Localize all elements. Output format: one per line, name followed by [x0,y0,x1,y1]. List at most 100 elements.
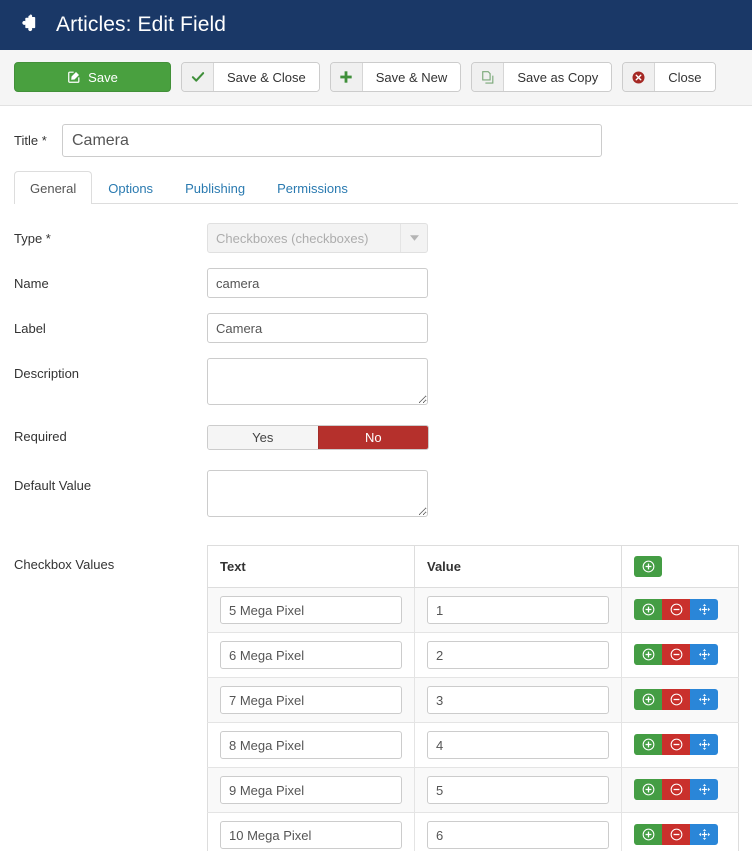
default-value-field-row: Default Value [14,470,738,522]
plus-circle-icon[interactable] [634,824,662,845]
description-label: Description [14,366,80,381]
row-value-input[interactable] [427,776,609,804]
move-arrows-icon[interactable] [690,644,718,665]
row-text-input[interactable] [220,776,402,804]
cell-value [414,812,622,851]
row-action-group [634,734,718,755]
move-arrows-icon[interactable] [690,599,718,620]
minus-circle-icon[interactable] [662,689,690,710]
plus-circle-icon[interactable] [634,779,662,800]
column-header-text: Text [207,545,415,588]
required-toggle: Yes No [207,425,429,450]
plus-circle-icon[interactable] [634,689,662,710]
toolbar: Save Save & Close Save & New Save as Cop… [0,50,752,106]
plus-circle-icon[interactable] [634,734,662,755]
type-select-value: Checkboxes (checkboxes) [216,230,369,246]
cell-value [414,722,622,768]
checkbox-values-table: Text Value [207,545,739,851]
row-action-group [634,689,718,710]
default-value-label: Default Value [14,478,92,493]
checkbox-values-label: Checkbox Values [14,557,115,572]
cell-text [207,677,415,723]
type-select[interactable]: Checkboxes (checkboxes) [207,223,428,253]
row-action-group [634,779,718,800]
plus-circle-icon[interactable] [634,599,662,620]
tab-options[interactable]: Options [92,171,169,204]
minus-circle-icon[interactable] [662,734,690,755]
save-and-close-button[interactable]: Save & Close [181,62,320,92]
save-button[interactable]: Save [14,62,171,92]
add-row-button[interactable] [634,556,662,577]
save-and-close-label: Save & Close [214,63,319,91]
close-button-label: Close [655,63,715,91]
row-value-input[interactable] [427,641,609,669]
description-textarea[interactable] [207,358,428,405]
row-value-input[interactable] [427,686,609,714]
move-arrows-icon[interactable] [690,734,718,755]
table-row [207,587,739,633]
minus-circle-icon[interactable] [662,779,690,800]
table-row [207,767,739,813]
name-input[interactable] [207,268,428,298]
minus-circle-icon[interactable] [662,824,690,845]
move-arrows-icon[interactable] [690,824,718,845]
row-value-input[interactable] [427,596,609,624]
row-text-input[interactable] [220,596,402,624]
move-arrows-icon[interactable] [690,779,718,800]
row-text-input[interactable] [220,641,402,669]
type-field-row: Type * Checkboxes (checkboxes) [14,223,738,253]
cell-text [207,767,415,813]
cell-value [414,767,622,813]
cell-text [207,632,415,678]
save-and-new-label: Save & New [362,63,461,91]
row-action-group [634,644,718,665]
close-button[interactable]: Close [622,62,716,92]
save-and-new-button[interactable]: Save & New [329,62,462,92]
cell-value [414,632,622,678]
tab-bar: General Options Publishing Permissions [14,171,738,204]
table-row [207,677,739,723]
type-label: Type * [14,231,51,246]
row-text-input[interactable] [220,686,402,714]
plus-icon [330,63,363,91]
required-toggle-no[interactable]: No [317,426,428,449]
title-label: Title * [14,133,47,148]
puzzle-piece-icon [16,12,42,38]
minus-circle-icon[interactable] [662,599,690,620]
table-row [207,812,739,851]
title-input[interactable] [62,124,602,157]
tab-permissions[interactable]: Permissions [261,171,364,204]
row-action-group [634,824,718,845]
required-field-row: Required Yes No [14,425,738,450]
row-value-input[interactable] [427,731,609,759]
cancel-circle-icon [623,63,656,91]
row-text-input[interactable] [220,731,402,759]
tab-publishing[interactable]: Publishing [169,171,261,204]
description-field-row: Description [14,358,738,410]
table-row [207,632,739,678]
check-icon [182,63,214,91]
chevron-down-icon [400,224,427,252]
checkbox-values-row: Checkbox Values Text Value [14,545,739,851]
cell-actions [621,767,739,813]
row-text-input[interactable] [220,821,402,849]
cell-text [207,812,415,851]
cell-text [207,587,415,633]
row-action-group [634,599,718,620]
move-arrows-icon[interactable] [690,689,718,710]
checkbox-values-tbody [207,587,739,851]
minus-circle-icon[interactable] [662,644,690,665]
cell-actions [621,632,739,678]
default-value-textarea[interactable] [207,470,428,517]
table-row [207,722,739,768]
cell-value [414,677,622,723]
plus-circle-icon[interactable] [634,644,662,665]
plus-circle-icon [634,556,662,577]
label-input[interactable] [207,313,428,343]
required-toggle-yes[interactable]: Yes [208,426,318,449]
save-as-copy-button[interactable]: Save as Copy [471,62,613,92]
row-value-input[interactable] [427,821,609,849]
name-label: Name [14,276,49,291]
tab-general[interactable]: General [14,171,93,204]
name-field-row: Name [14,268,738,298]
